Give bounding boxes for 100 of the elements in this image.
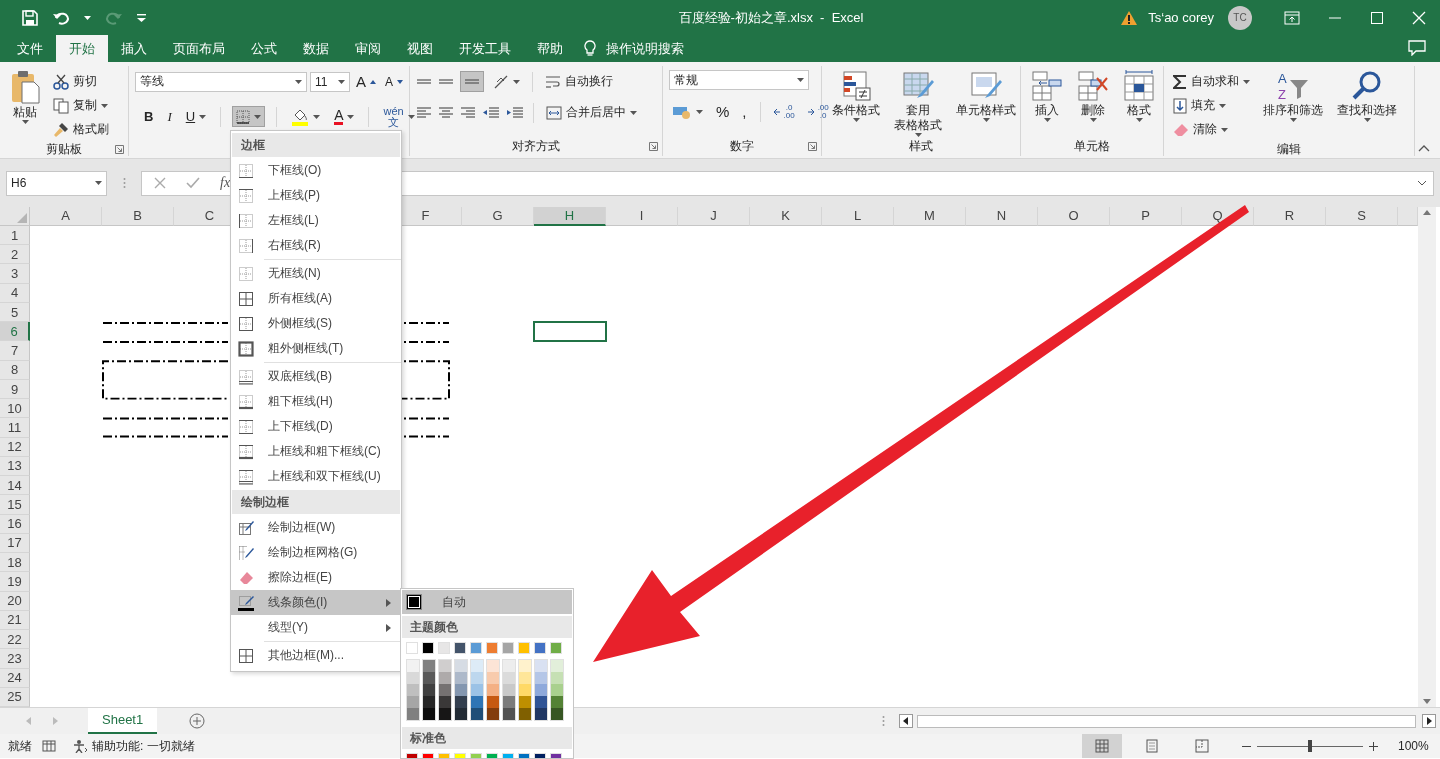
column-header[interactable]: K [750, 207, 822, 226]
color-swatch[interactable] [519, 672, 531, 684]
menu-item[interactable]: 擦除边框(E) [231, 565, 401, 590]
insert-function-button[interactable]: fx [220, 175, 231, 191]
column-header[interactable] [1398, 207, 1418, 226]
color-swatch[interactable] [519, 684, 531, 696]
color-swatch[interactable] [551, 696, 563, 708]
menu-item[interactable]: 粗外侧框线(T) [231, 336, 401, 361]
underline-button[interactable]: U [182, 105, 210, 128]
row-header[interactable]: 20 [0, 591, 30, 611]
color-swatch[interactable] [551, 708, 563, 720]
menu-item[interactable]: 无框线(N) [231, 261, 401, 286]
color-swatch[interactable] [407, 672, 419, 684]
number-format-field[interactable]: 常规 [669, 70, 809, 90]
color-swatch[interactable] [407, 696, 419, 708]
color-swatch[interactable] [470, 642, 482, 654]
row-header[interactable]: 24 [0, 668, 30, 688]
color-swatch[interactable] [551, 672, 563, 684]
previous-sheet-icon[interactable] [26, 717, 31, 725]
color-swatch[interactable] [535, 708, 547, 720]
color-swatch[interactable] [503, 696, 515, 708]
ribbon-tab[interactable]: 页面布局 [160, 35, 238, 62]
column-header[interactable]: G [462, 207, 534, 226]
add-sheet-icon[interactable] [189, 713, 206, 729]
color-swatch[interactable] [535, 684, 547, 696]
row-header[interactable]: 6 [0, 322, 30, 342]
autosum-button[interactable]: 自动求和 [1170, 70, 1253, 93]
customize-icon[interactable] [137, 13, 146, 22]
row-header[interactable]: 3 [0, 264, 30, 284]
color-swatch[interactable] [407, 684, 419, 696]
ribbon-tab[interactable]: 数据 [290, 35, 342, 62]
color-swatch[interactable] [503, 672, 515, 684]
color-swatch[interactable] [519, 660, 531, 672]
align-right-icon[interactable] [460, 107, 476, 118]
cut-button[interactable]: 剪切 [50, 70, 112, 93]
color-swatch[interactable] [503, 684, 515, 696]
increase-decimal-button[interactable]: .0 .00 [770, 100, 798, 123]
wrap-text-button[interactable]: 自动换行 [542, 70, 616, 93]
ribbon-tab[interactable]: 文件 [4, 35, 56, 62]
row-header[interactable]: 18 [0, 553, 30, 573]
copy-button[interactable]: 复制 [50, 94, 112, 117]
column-header[interactable]: O [1038, 207, 1110, 226]
row-header[interactable]: 7 [0, 341, 30, 361]
color-swatch[interactable] [423, 660, 435, 672]
color-swatch[interactable] [407, 708, 419, 720]
column-header[interactable]: N [966, 207, 1038, 226]
menu-item[interactable]: 线条颜色(I) [231, 590, 401, 615]
row-header[interactable]: 8 [0, 360, 30, 380]
menu-item[interactable]: 上框线(P) [231, 183, 401, 208]
menu-item[interactable]: 其他边框(M)... [231, 643, 401, 668]
color-swatch[interactable] [487, 684, 499, 696]
row-header[interactable]: 17 [0, 533, 30, 554]
normal-view-button[interactable] [1082, 734, 1122, 758]
row-header[interactable]: 11 [0, 418, 30, 438]
font-color-button[interactable]: A [331, 105, 358, 128]
color-swatch[interactable] [471, 672, 483, 684]
color-swatch[interactable] [534, 642, 546, 654]
grow-font-button[interactable]: A [353, 70, 379, 93]
merge-center-button[interactable]: 合并后居中 [543, 101, 640, 124]
select-all-icon[interactable] [17, 213, 27, 223]
comma-button[interactable]: , [739, 100, 750, 123]
zoom-slider-thumb[interactable] [1308, 740, 1312, 752]
cancel-icon[interactable] [154, 177, 166, 189]
row-header[interactable]: 13 [0, 456, 30, 477]
scroll-down-icon[interactable] [1423, 699, 1431, 704]
ribbon-tab[interactable]: 开发工具 [446, 35, 524, 62]
ribbon-tab[interactable]: 插入 [108, 35, 160, 62]
column-header[interactable]: R [1254, 207, 1326, 226]
close-icon[interactable] [1412, 10, 1426, 25]
enter-icon[interactable] [186, 177, 200, 189]
user-name[interactable]: Ts‘ao corey [1148, 10, 1214, 25]
dialog-launcher-icon[interactable] [808, 141, 817, 151]
color-swatch[interactable] [422, 642, 434, 654]
column-header[interactable]: S [1326, 207, 1398, 226]
column-header[interactable]: H [534, 207, 606, 226]
menu-item[interactable]: 所有框线(A) [231, 286, 401, 311]
column-header[interactable]: A [30, 207, 102, 226]
menu-item[interactable]: 粗下框线(H) [231, 389, 401, 414]
color-swatch[interactable] [439, 660, 451, 672]
row-header[interactable]: 22 [0, 630, 30, 650]
color-swatch[interactable] [535, 660, 547, 672]
row-header[interactable]: 2 [0, 245, 30, 265]
color-swatch[interactable] [535, 672, 547, 684]
color-swatch[interactable] [487, 696, 499, 708]
clear-button[interactable]: 清除 [1170, 118, 1253, 141]
font-name-field[interactable]: 等线 [135, 71, 307, 92]
decrease-indent-icon[interactable] [482, 107, 500, 118]
ribbon-tab[interactable]: 帮助 [524, 35, 576, 62]
color-swatch[interactable] [519, 696, 531, 708]
align-middle-icon[interactable] [438, 78, 454, 85]
format-cells-button[interactable]: 格式 [1119, 70, 1159, 136]
scroll-up-icon[interactable] [1423, 210, 1431, 215]
row-header[interactable]: 9 [0, 379, 30, 400]
align-left-icon[interactable] [416, 107, 432, 118]
color-swatch[interactable] [438, 642, 450, 654]
column-header[interactable]: I [606, 207, 678, 226]
row-header[interactable]: 5 [0, 302, 30, 323]
menu-item[interactable]: 外侧框线(S) [231, 311, 401, 336]
bottom-align-button[interactable] [460, 71, 484, 92]
color-swatch[interactable] [551, 660, 563, 672]
